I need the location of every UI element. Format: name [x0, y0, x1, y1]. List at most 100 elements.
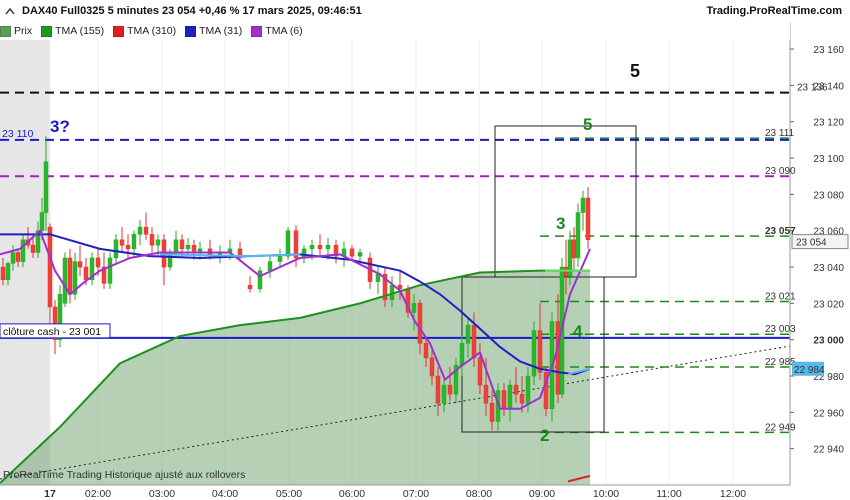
candle-body: [309, 244, 315, 250]
candle-body: [477, 357, 483, 386]
legend-swatch: [41, 25, 53, 37]
legend-swatch: [185, 25, 197, 37]
chart-title: DAX40 Full0325 5 minutes 23 054 +0,46 % …: [22, 5, 362, 17]
candle-body: [483, 384, 489, 404]
time-tick-label: 08:00: [466, 488, 492, 500]
wave-label-3: 3: [556, 214, 565, 233]
time-tick-label: 02:00: [85, 488, 111, 500]
legend-item-tma-6[interactable]: TMA (6): [251, 25, 303, 37]
legend-item-tma-310[interactable]: TMA (310): [113, 25, 176, 37]
candle-body: [525, 375, 531, 404]
legend-item-tma-31[interactable]: TMA (31): [185, 25, 242, 37]
candle-body: [580, 197, 586, 213]
candle-body: [30, 244, 36, 253]
level-label: 23 090: [765, 166, 796, 177]
candle-body: [173, 239, 179, 253]
candle-body: [47, 226, 53, 308]
wave-label-2: 2: [540, 426, 549, 445]
price-tick-label: 23 100: [813, 154, 844, 165]
candle: [543, 366, 549, 416]
candle-body: [501, 390, 507, 409]
candle-body: [5, 263, 11, 281]
candle-body: [357, 252, 363, 257]
price-chart[interactable]: 22 94022 96022 98023 00023 02023 04023 0…: [0, 0, 850, 500]
legend-swatch: [113, 25, 125, 37]
candle-body: [285, 230, 291, 257]
price-tick-label: 23 000: [813, 336, 844, 347]
candle-body: [15, 252, 21, 262]
wave-label-4: 4: [573, 322, 583, 341]
candle: [107, 252, 113, 289]
legend-swatch: [251, 25, 263, 37]
candle-body: [107, 257, 113, 284]
candle-body: [435, 375, 441, 404]
candle-body: [277, 255, 283, 262]
candle-body: [83, 266, 89, 281]
candle-body: [575, 212, 581, 259]
candle-body: [62, 257, 68, 304]
candle-body: [179, 239, 185, 250]
indicator-legend: Prix TMA (155) TMA (310) TMA (31) TMA (6): [0, 22, 790, 40]
legend-label: TMA (6): [265, 25, 303, 37]
candle-body: [489, 403, 495, 422]
price-tick-label: 23 120: [813, 118, 844, 129]
candle-body: [119, 239, 125, 246]
candle-body: [519, 393, 525, 404]
legend-label: TMA (31): [199, 25, 243, 37]
wave-label-3q: 3?: [50, 117, 70, 136]
candle-body: [131, 234, 137, 250]
time-tick-label: 11:00: [656, 488, 682, 500]
candle-body: [465, 324, 471, 344]
candle-body: [459, 343, 465, 366]
level-label: 23 021: [765, 292, 796, 303]
candle-body: [247, 284, 253, 290]
wave-label-5-green: 5: [583, 115, 592, 134]
time-tick-label: 04:00: [212, 488, 238, 500]
candle-body: [375, 274, 381, 282]
price-tick-label: 22 940: [813, 445, 844, 456]
legend-item-tma-155[interactable]: TMA (155): [41, 25, 104, 37]
collapse-icon[interactable]: [4, 6, 16, 16]
legend-label: TMA (155): [55, 25, 105, 37]
candle-body: [10, 252, 16, 264]
legend-item-prix[interactable]: Prix: [0, 25, 32, 37]
time-tick-label: 17: [44, 488, 56, 500]
candle-body: [555, 321, 561, 395]
candle-body: [137, 226, 143, 235]
legend-swatch: [0, 25, 11, 37]
level-label: 22 985: [765, 357, 796, 368]
level-label: 23 003: [765, 324, 796, 335]
candle-body: [149, 234, 155, 246]
candle-body: [257, 270, 263, 290]
candle-body: [447, 384, 453, 395]
price-tick-label: 22 960: [813, 408, 844, 419]
candle-body: [423, 343, 429, 359]
time-tick-label: 12:00: [720, 488, 746, 500]
candle-body: [77, 261, 83, 268]
candle-body: [267, 261, 273, 271]
candle: [62, 252, 68, 307]
candle-body: [43, 161, 49, 213]
price-tick-label: 23 160: [813, 45, 844, 56]
chart-header: DAX40 Full0325 5 minutes 23 054 +0,46 % …: [0, 0, 850, 22]
level-label: 22 949: [765, 422, 796, 433]
footer-note: ProRealTime Trading Historique ajusté au…: [3, 469, 246, 481]
price-tick-label: 23 080: [813, 190, 844, 201]
candle-body: [429, 357, 435, 377]
candle-body: [411, 303, 417, 313]
candle-body: [67, 257, 73, 295]
candle-body: [185, 244, 191, 250]
legend-label: Prix: [14, 25, 33, 37]
legend-label: TMA (310): [127, 25, 177, 37]
candle: [257, 267, 263, 293]
candle-body: [0, 266, 6, 281]
time-tick-label: 03:00: [149, 488, 175, 500]
time-tick-label: 06:00: [339, 488, 365, 500]
candle-body: [143, 226, 149, 235]
candle-body: [585, 197, 591, 241]
close-cash-label: clôture cash - 23 001: [3, 326, 101, 338]
candle: [575, 203, 581, 268]
candle-body: [531, 330, 537, 377]
ma31-price-value: 22 984: [794, 365, 825, 376]
candle-body: [125, 244, 131, 250]
